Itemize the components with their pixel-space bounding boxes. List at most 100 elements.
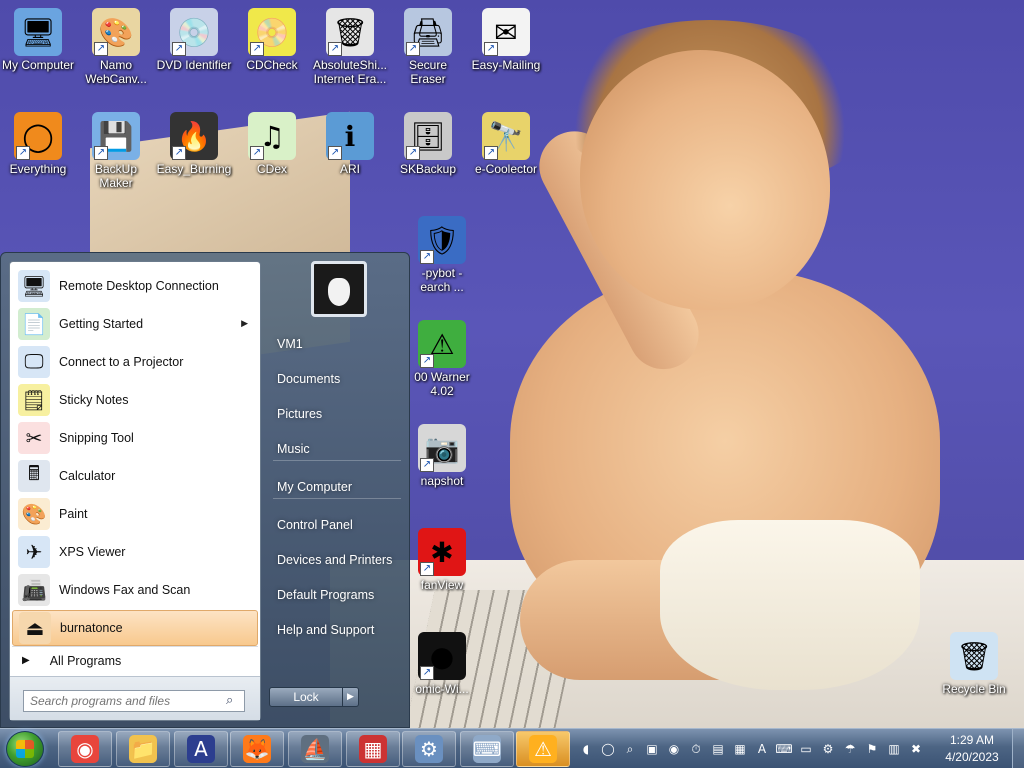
shortcut-arrow-icon: ↗: [250, 42, 264, 56]
taskbar-button-app-a[interactable]: A: [174, 731, 228, 767]
desktop-icon[interactable]: 🎨 ↗ Namo WebCanv...: [78, 8, 154, 86]
search-input[interactable]: [23, 690, 245, 712]
shortcut-arrow-icon: ↗: [328, 42, 342, 56]
taskbar-button-firefox[interactable]: 🦊: [230, 731, 284, 767]
desktop-icon[interactable]: 🗑 Recycle Bin: [936, 632, 1012, 696]
computer-icon: 🖥: [14, 8, 62, 56]
clock-tray-icon[interactable]: ⏱: [688, 741, 704, 757]
show-desktop-button[interactable]: [1012, 729, 1024, 768]
flag-icon[interactable]: ⚑: [864, 741, 880, 757]
a-logo-icon: A: [187, 735, 215, 763]
umbrella-icon[interactable]: ☂: [842, 741, 858, 757]
taskbar-button-app-keyboard[interactable]: ⌨: [460, 731, 514, 767]
desktop-icon[interactable]: 📷 ↗ napshot: [412, 424, 472, 488]
desktop-icon[interactable]: 🛡 ↗ -pybot - earch ...: [412, 216, 472, 294]
desktop-icon[interactable]: 🔭 ↗ e-Coolector: [468, 112, 544, 176]
start-menu-item[interactable]: 🗒 Sticky Notes: [12, 382, 258, 418]
start-menu-item[interactable]: ✂ Snipping Tool: [12, 420, 258, 456]
shutdown-options-arrow[interactable]: ▶: [343, 687, 359, 707]
start-menu-item[interactable]: 🖥 Remote Desktop Connection: [12, 268, 258, 304]
taskbar-button-app-control[interactable]: ⚙: [402, 731, 456, 767]
desktop-icon-label: napshot: [420, 474, 464, 488]
start-menu-item-label: Connect to a Projector: [59, 355, 184, 369]
desktop-icon-label: DVD Identifier: [156, 58, 232, 72]
submenu-arrow-icon[interactable]: ▶: [241, 318, 248, 329]
desktop-icon[interactable]: 💿 ↗ DVD Identifier: [156, 8, 232, 72]
shortcut-arrow-icon: ↗: [406, 146, 420, 160]
desktop-icon[interactable]: 🗑 ↗ AbsoluteShi... Internet Era...: [312, 8, 388, 86]
start-menu-item[interactable]: 🖵 Connect to a Projector: [12, 344, 258, 380]
desktop-icon[interactable]: 💾 ↗ BackUp Maker: [78, 112, 154, 190]
search-ring-icon: ◯ ↗: [14, 112, 62, 160]
desktop-icon-label: -pybot - earch ...: [420, 266, 464, 294]
desktop-icon[interactable]: 📀 ↗ CDCheck: [234, 8, 310, 72]
sail-icon: ⛵: [301, 735, 329, 763]
shortcut-arrow-icon: ↗: [420, 458, 434, 472]
desktop-icon[interactable]: 🖨 ↗ Secure Eraser: [390, 8, 466, 86]
disc-icon: 💿 ↗: [170, 8, 218, 56]
palette-icon: 🎨 ↗: [92, 8, 140, 56]
all-programs-button[interactable]: ▶ All Programs: [12, 646, 258, 674]
shortcut-arrow-icon: ↗: [420, 354, 434, 368]
desktop-icon-label: SKBackup: [399, 162, 457, 176]
desktop-icon[interactable]: ♫ ↗ CDex: [234, 112, 310, 176]
desktop-icon[interactable]: 🗄 ↗ SKBackup: [390, 112, 466, 176]
all-programs-label: All Programs: [49, 653, 122, 668]
taskbar: ◉ 📁 A 🦊 ⛵ ▦ ⚙ ⌨ ⚠ ◖ ◯ ⌕ ▣ ◉ ⏱ ▤ ▦ A ⌨ ▭ ⚙ ☂ ⚑ ▥ ✖ 1:29 AM 4/20/…: [0, 728, 1024, 768]
search-icon[interactable]: ⌕: [622, 741, 638, 757]
film-icon[interactable]: ▭: [798, 741, 814, 757]
start-menu-link[interactable]: Documents: [269, 364, 409, 394]
taskbar-button-app-warning[interactable]: ⚠: [516, 731, 570, 767]
shortcut-arrow-icon: ↗: [250, 146, 264, 160]
desktop-icon-label: BackUp Maker: [94, 162, 138, 190]
start-menu-item[interactable]: 📠 Windows Fax and Scan: [12, 572, 258, 608]
taskbar-button-app-circuit[interactable]: ▦: [346, 731, 400, 767]
start-menu-link[interactable]: VM1: [269, 329, 409, 359]
a-tray-icon[interactable]: A: [754, 741, 770, 757]
start-menu-link[interactable]: Pictures: [269, 399, 409, 429]
user-picture[interactable]: [311, 261, 367, 317]
desktop-icon[interactable]: 🔥 ↗ Easy_Burning: [156, 112, 232, 176]
devices-icon[interactable]: ▥: [886, 741, 902, 757]
taskbar-button-explorer[interactable]: 📁: [116, 731, 170, 767]
lock-button[interactable]: Lock: [269, 687, 343, 707]
mute-icon[interactable]: ✖: [908, 741, 924, 757]
start-menu-link[interactable]: Control Panel: [269, 510, 409, 540]
clock-time[interactable]: 1:29 AM: [936, 733, 1008, 747]
chat-icon[interactable]: ◯: [600, 741, 616, 757]
taskbar-button-chrome[interactable]: ◉: [58, 731, 112, 767]
keyboard-tray-icon[interactable]: ⌨: [775, 741, 792, 757]
desktop-icon-label: fanView: [420, 578, 464, 592]
start-menu-item[interactable]: ✈ XPS Viewer: [12, 534, 258, 570]
shortcut-arrow-icon: ↗: [94, 42, 108, 56]
search-icon[interactable]: ⌕: [226, 693, 233, 708]
desktop-icon[interactable]: ✱ ↗ fanView: [412, 528, 472, 592]
start-menu-item[interactable]: 🎨 Paint: [12, 496, 258, 532]
taskbar-button-app-sail[interactable]: ⛵: [288, 731, 342, 767]
start-menu: 🖥 Remote Desktop Connection 📄 Getting Start…: [0, 252, 410, 728]
start-menu-link[interactable]: Help and Support: [269, 615, 409, 645]
start-menu-item-label: burnatonce: [60, 621, 123, 635]
shield-icon[interactable]: ◉: [666, 741, 682, 757]
desktop-icon[interactable]: ⚠ ↗ 00 Warner 4.02: [412, 320, 472, 398]
clock-date[interactable]: 4/20/2023: [936, 750, 1008, 764]
windows-icon[interactable]: ▦: [732, 741, 748, 757]
start-button[interactable]: [6, 731, 44, 767]
start-menu-item-label: Getting Started: [59, 317, 144, 331]
desktop-icon[interactable]: ● ↗ omic-Wi...: [412, 632, 472, 696]
start-menu-item[interactable]: 📄 Getting Started ▶: [12, 306, 258, 342]
start-menu-link[interactable]: Devices and Printers: [269, 545, 409, 575]
start-menu-item[interactable]: ⏏ burnatonce: [12, 610, 258, 646]
desktop-icon[interactable]: 🖥 My Computer: [0, 8, 76, 72]
network-icon[interactable]: ▣: [644, 741, 660, 757]
gear-tray-icon[interactable]: ⚙: [820, 741, 836, 757]
desktop-icon[interactable]: ◯ ↗ Everything: [0, 112, 76, 176]
desktop-icon[interactable]: ℹ ↗ ARI: [312, 112, 388, 176]
start-menu-link[interactable]: Default Programs: [269, 580, 409, 610]
cdex-icon: ♫ ↗: [248, 112, 296, 160]
drive-icon[interactable]: ▤: [710, 741, 726, 757]
sound-icon[interactable]: ◖: [578, 741, 594, 757]
desktop-icon[interactable]: ✉ ↗ Easy-Mailing: [468, 8, 544, 72]
start-menu-item[interactable]: 🖩 Calculator: [12, 458, 258, 494]
desktop-icon-label: Secure Eraser: [408, 58, 448, 86]
